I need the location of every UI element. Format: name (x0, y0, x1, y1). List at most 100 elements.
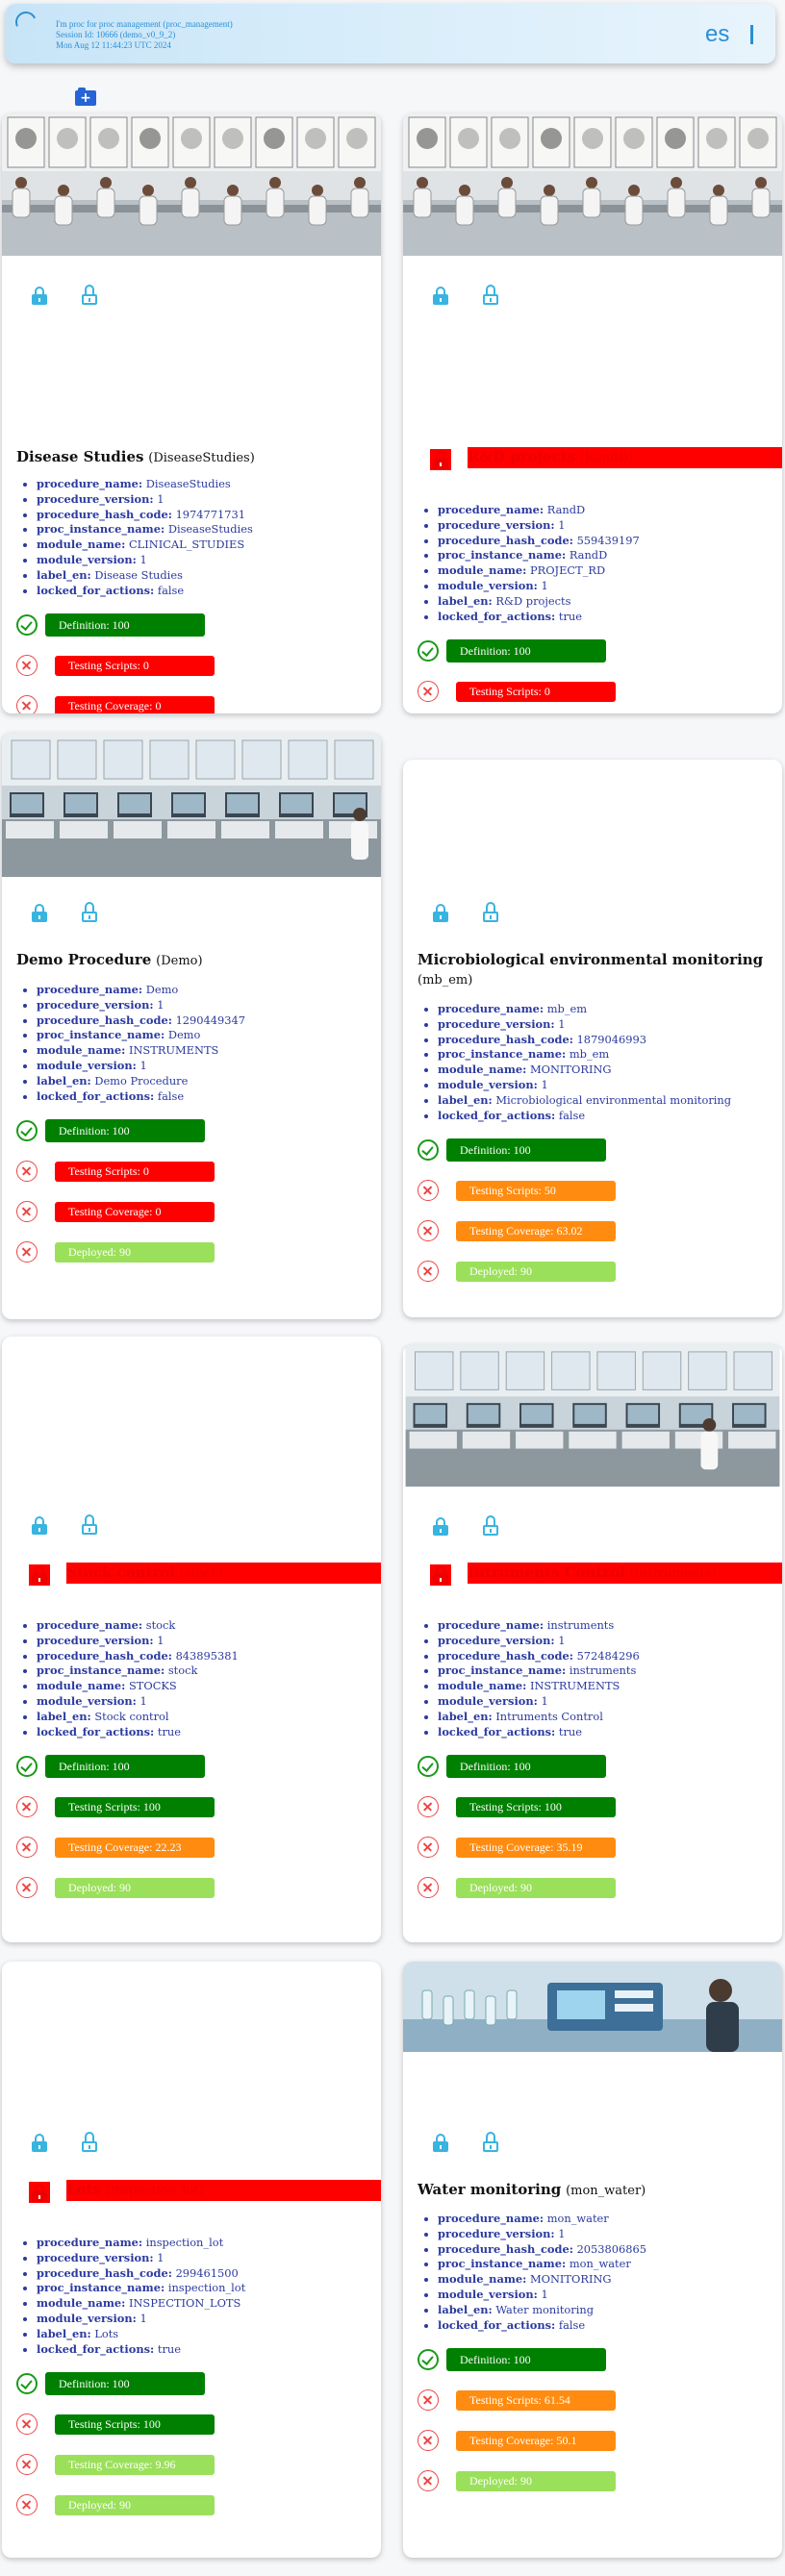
definition-badge-row: Definition: 100 (418, 2348, 629, 2371)
testing-coverage-badge[interactable]: Testing Coverage: 22.23 (55, 1838, 215, 1858)
deployed-badge[interactable]: Deployed: 90 (456, 1262, 616, 1282)
procedure-image (403, 1344, 782, 1487)
lock-icon[interactable] (29, 285, 50, 306)
check-circle-icon (16, 2373, 38, 2394)
unlock-icon[interactable] (79, 902, 100, 923)
definition-badge[interactable]: Definition: 100 (45, 2372, 205, 2395)
close-circle-icon (16, 695, 38, 713)
lock-icon[interactable] (430, 1515, 451, 1537)
unlock-icon[interactable] (480, 902, 501, 923)
definition-badge[interactable]: Definition: 100 (446, 639, 606, 663)
deployed-badge[interactable]: Deployed: 90 (55, 2495, 215, 2515)
lock-icon[interactable] (430, 902, 451, 923)
property-locked-for-actions: locked_for_actions: true (37, 2342, 245, 2358)
property-label-en: label_en: Demo Procedure (37, 1074, 245, 1089)
close-circle-icon (418, 1180, 439, 1201)
procedure-card[interactable]: Microbiological environmental monitoring… (403, 760, 782, 1317)
procedure-card[interactable]: Intruments Control (instruments) procedur… (403, 1344, 782, 1942)
procedure-properties: procedure_name: inspection_lotprocedure_… (37, 2236, 245, 2357)
definition-badge-row: Definition: 100 (16, 1755, 228, 1778)
close-circle-icon (16, 2413, 38, 2435)
unlock-icon[interactable] (79, 285, 100, 306)
testing-scripts-badge[interactable]: Testing Scripts: 50 (456, 1181, 616, 1201)
definition-badge[interactable]: Definition: 100 (446, 2348, 606, 2371)
property-module-version: module_version: 1 (438, 579, 640, 594)
close-circle-icon (16, 1837, 38, 1858)
definition-badge-row: Definition: 100 (16, 1119, 228, 1142)
close-circle-icon (16, 2454, 38, 2475)
testing-coverage-badge[interactable]: Testing Coverage: 50.1 (456, 2431, 616, 2451)
testing-scripts-badge[interactable]: Testing Scripts: 100 (55, 1797, 215, 1817)
testing-scripts-badge-row: Testing Scripts: 100 (16, 1795, 228, 1818)
procedure-title: Intruments Control (instruments) (468, 1563, 782, 1584)
menu-divider[interactable] (750, 25, 753, 44)
locked-icon[interactable] (29, 1564, 50, 1586)
lock-icon[interactable] (29, 2132, 50, 2153)
procedure-image (403, 1962, 782, 2052)
procedure-card[interactable]: Demo Procedure (Demo) procedure_name: Dem… (2, 733, 381, 1319)
testing-scripts-badge[interactable]: Testing Scripts: 0 (55, 1162, 215, 1182)
testing-coverage-badge-row: Testing Coverage: 9.96 (16, 2453, 228, 2476)
property-proc-instance-name: proc_instance_name: DiseaseStudies (37, 522, 253, 538)
property-module-name: module_name: INSTRUMENTS (37, 1043, 245, 1059)
locked-icon[interactable] (430, 449, 451, 470)
deployed-badge[interactable]: Deployed: 90 (55, 1878, 215, 1898)
property-label-en: label_en: Intruments Control (438, 1710, 640, 1725)
testing-scripts-badge-row: Testing Scripts: 100 (16, 2413, 228, 2436)
testing-coverage-badge[interactable]: Testing Coverage: 63.02 (456, 1221, 616, 1241)
close-circle-icon (16, 655, 38, 676)
testing-scripts-badge[interactable]: Testing Scripts: 0 (456, 682, 616, 702)
testing-scripts-badge[interactable]: Testing Scripts: 61.54 (456, 2390, 616, 2411)
unlock-icon[interactable] (79, 1514, 100, 1536)
locked-icon[interactable] (29, 2182, 50, 2203)
testing-coverage-badge[interactable]: Testing Coverage: 0 (55, 1202, 215, 1222)
definition-badge-row: Definition: 100 (16, 2372, 228, 2395)
definition-badge[interactable]: Definition: 100 (45, 613, 205, 637)
add-folder-button[interactable]: + (75, 88, 96, 106)
property-locked-for-actions: locked_for_actions: true (37, 1725, 239, 1740)
procedure-card[interactable]: Stock control (stock) procedure_name: sto… (2, 1337, 381, 1942)
procedure-card[interactable]: R&D projects (RandD) procedure_name: Rand… (403, 113, 782, 713)
lock-icon[interactable] (430, 285, 451, 306)
definition-badge-row: Definition: 100 (16, 613, 228, 637)
procedure-card[interactable]: Water monitoring (mon_water) procedure_na… (403, 1962, 782, 2558)
check-circle-icon (16, 614, 38, 636)
property-locked-for-actions: locked_for_actions: false (37, 1089, 245, 1105)
procedure-properties: procedure_name: RandDprocedure_version: … (438, 503, 640, 624)
testing-scripts-badge[interactable]: Testing Scripts: 100 (456, 1797, 616, 1817)
session-info: I'm proc for proc management (proc_manag… (56, 19, 233, 51)
testing-scripts-badge[interactable]: Testing Scripts: 0 (55, 656, 215, 676)
deployed-badge[interactable]: Deployed: 90 (55, 1242, 215, 1263)
unlock-icon[interactable] (480, 285, 501, 306)
testing-scripts-badge[interactable]: Testing Scripts: 100 (55, 2414, 215, 2435)
property-proc-instance-name: proc_instance_name: instruments (438, 1663, 640, 1679)
unlock-icon[interactable] (79, 2132, 100, 2153)
locked-icon[interactable] (430, 1564, 451, 1586)
deployed-badge[interactable]: Deployed: 90 (456, 1878, 616, 1898)
property-label-en: label_en: Water monitoring (438, 2303, 646, 2318)
definition-badge[interactable]: Definition: 100 (45, 1755, 205, 1778)
property-module-version: module_version: 1 (37, 1059, 245, 1074)
unlock-icon[interactable] (480, 1515, 501, 1537)
deployed-badge[interactable]: Deployed: 90 (456, 2471, 616, 2491)
testing-coverage-badge[interactable]: Testing Coverage: 0 (55, 696, 215, 713)
property-procedure-name: procedure_name: DiseaseStudies (37, 477, 253, 492)
unlock-icon[interactable] (480, 2132, 501, 2153)
lock-icon[interactable] (29, 1514, 50, 1536)
definition-badge[interactable]: Definition: 100 (446, 1138, 606, 1162)
procedure-card[interactable]: Disease Studies (DiseaseStudies) procedur… (2, 113, 381, 713)
lock-icon[interactable] (29, 902, 50, 923)
procedure-name-title: Disease Studies (16, 448, 144, 465)
definition-badge[interactable]: Definition: 100 (446, 1755, 606, 1778)
property-locked-for-actions: locked_for_actions: false (438, 1109, 731, 1124)
property-procedure-version: procedure_version: 1 (37, 2251, 245, 2266)
testing-coverage-badge[interactable]: Testing Coverage: 35.19 (456, 1838, 616, 1858)
lock-icon[interactable] (430, 2132, 451, 2153)
refresh-logo-icon[interactable] (12, 8, 40, 37)
procedure-card[interactable]: Lots (inspection_lot) procedure_name: ins… (2, 1962, 381, 2558)
definition-badge[interactable]: Definition: 100 (45, 1119, 205, 1142)
procedure-code: (DiseaseStudies) (148, 451, 255, 465)
procedure-title: Water monitoring (mon_water) (418, 2180, 773, 2201)
language-toggle[interactable]: es (705, 21, 729, 48)
testing-coverage-badge[interactable]: Testing Coverage: 9.96 (55, 2455, 215, 2475)
